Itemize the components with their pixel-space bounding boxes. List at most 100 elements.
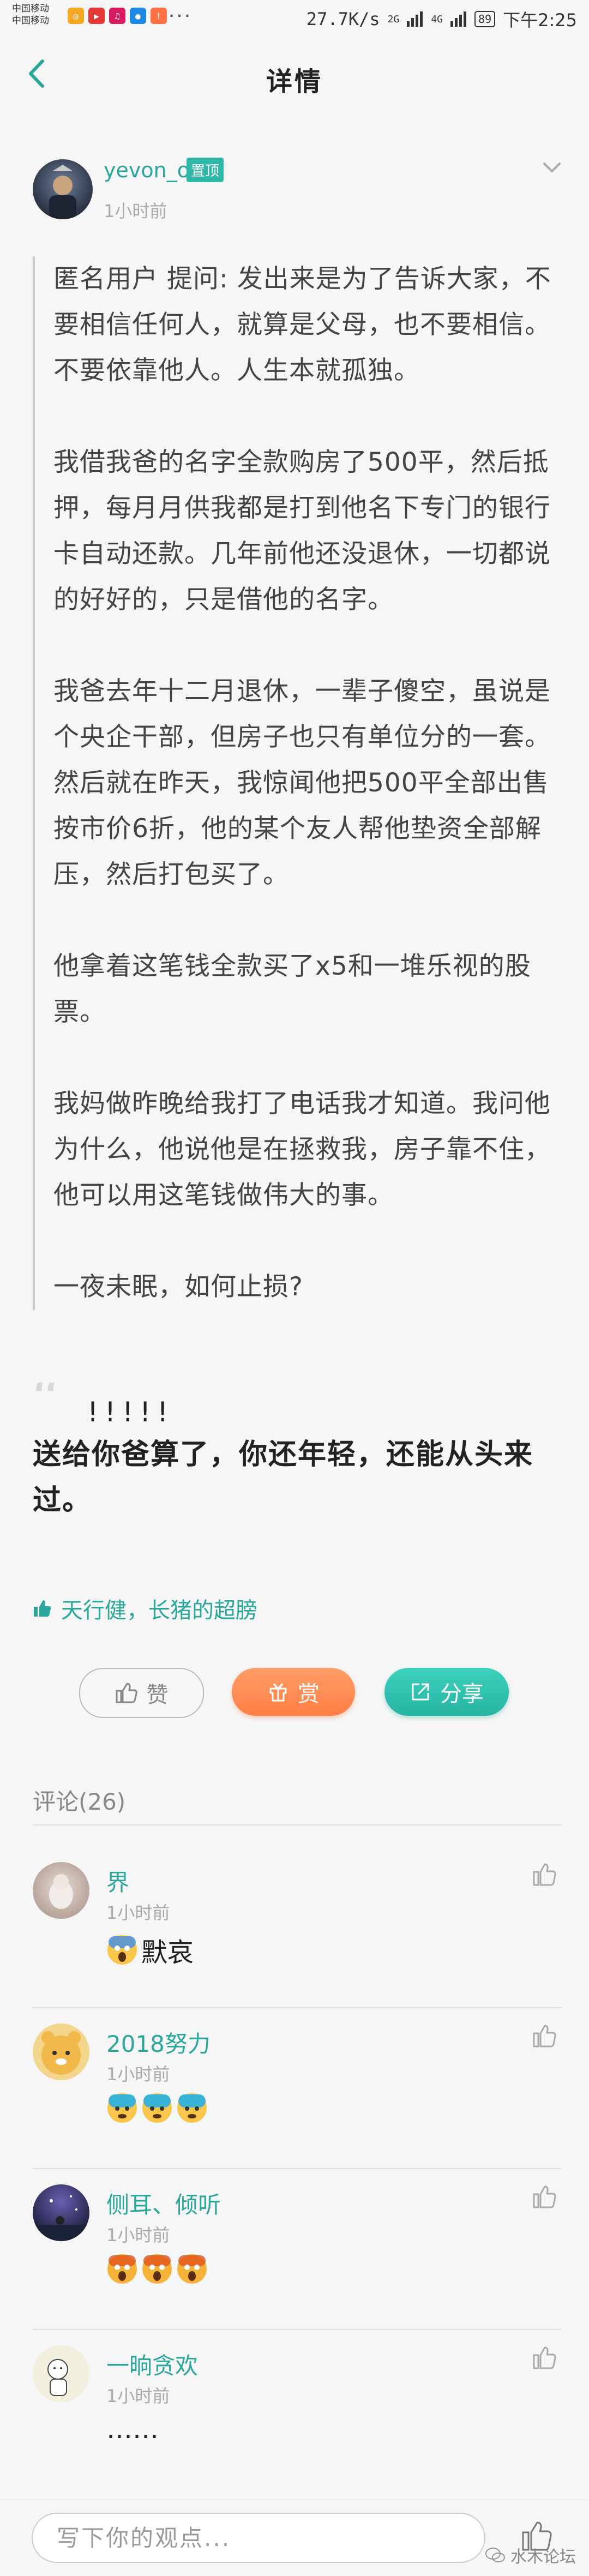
clock: 下午2:25 <box>503 10 577 31</box>
forum-watermark: 水木论坛 <box>485 2543 576 2567</box>
avatar-image <box>49 1874 73 1909</box>
cold-sweat-emoji-icon <box>142 2093 172 2123</box>
divider <box>33 2168 562 2169</box>
thumbs-up-outline-icon <box>533 2185 556 2208</box>
likers-row[interactable]: 天行健，长猪的超膀 <box>33 1593 257 1624</box>
question-paragraph: 他拿着这笔钱全款买了x5和一堆乐视的股票。 <box>53 951 531 1027</box>
comment-body: 默哀 <box>106 1931 194 1969</box>
signal-4g: 4G <box>431 13 443 25</box>
bottom-bar: 水木论坛 <box>0 2499 589 2576</box>
commenter-avatar[interactable] <box>33 1862 89 1919</box>
qq-music-icon: ♫ <box>109 8 125 24</box>
cold-sweat-emoji-icon <box>107 2093 137 2123</box>
comments-header: 评论(26) <box>33 1788 126 1815</box>
thumbs-up-icon <box>34 1600 51 1617</box>
comment-item: 一晌贪欢 1小时前 …… <box>0 2332 589 2490</box>
thumbs-up-outline-icon <box>533 2025 556 2047</box>
comment-input[interactable] <box>32 2513 485 2563</box>
share-button[interactable]: 分享 <box>384 1668 509 1716</box>
comment-time: 1小时前 <box>106 2225 170 2245</box>
comment-time: 1小时前 <box>106 1902 170 1923</box>
pinned-badge: 置顶 <box>187 158 224 182</box>
comment-like-button[interactable] <box>532 2345 557 2370</box>
baidu-icon: ● <box>130 8 146 24</box>
svg-text:“: “ <box>30 1383 61 1421</box>
nav-bar: 详情 <box>0 33 589 115</box>
comment-text: 默哀 <box>141 1937 194 1968</box>
avatar-image <box>41 2031 81 2075</box>
more-icon: ··· <box>167 8 191 23</box>
divider <box>33 1824 562 1826</box>
comment-time: 1小时前 <box>106 2064 170 2085</box>
status-bar: 中国移动 中国移动 ◎ ▶ ♫ ● ! ··· 27.7K/s 2G 4G 89… <box>0 0 589 33</box>
battery-icon: 89 <box>474 11 496 27</box>
comment-item: 界 1小时前 默哀 <box>0 1849 589 2007</box>
commenter-avatar[interactable] <box>33 2345 89 2402</box>
watermark-text: 水木论坛 <box>510 2548 576 2567</box>
carrier-labels: 中国移动 中国移动 <box>12 3 49 27</box>
chevron-down-icon <box>543 163 561 172</box>
thumbs-up-outline-icon <box>116 1683 137 1703</box>
question-paragraph: 我借我爸的名字全款购房了500平，然后抵押，每月月供我都是打到他名下专门的银行卡… <box>53 447 551 615</box>
wechat-icon <box>485 2548 505 2562</box>
answer-text: 送给你爸算了，你还年轻，还能从头来过。 <box>33 1438 534 1517</box>
comment-time: 1小时前 <box>106 2386 170 2406</box>
commenter-name[interactable]: 侧耳、倾听 <box>106 2187 221 2220</box>
signal-icon <box>407 11 423 27</box>
comment-text: …… <box>106 2414 159 2445</box>
comment-body: …… <box>106 2414 159 2445</box>
cold-sweat-emoji-icon <box>177 2093 207 2123</box>
post-time: 1小时前 <box>104 201 167 221</box>
divider <box>33 2329 562 2330</box>
commenter-name[interactable]: 界 <box>106 1864 129 1898</box>
scream-emoji-icon <box>107 1935 137 1965</box>
question-paragraph: 一夜未眠，如何止损? <box>53 1272 303 1302</box>
news-app-icon: ▶ <box>88 8 105 24</box>
signal-icon-2 <box>450 11 467 27</box>
comment-like-button[interactable] <box>532 2023 557 2049</box>
share-label: 分享 <box>440 1682 484 1707</box>
page-title: 详情 <box>266 67 323 97</box>
question-paragraph: 匿名用户 提问: 发出来是为了告诉大家，不要相信任何人，就算是父母，也不要相信。… <box>53 264 551 386</box>
reward-button[interactable]: 赏 <box>232 1668 355 1716</box>
reward-label: 赏 <box>298 1682 320 1707</box>
like-label: 赞 <box>146 1683 169 1708</box>
comment-body <box>106 2253 208 2285</box>
comment-like-button[interactable] <box>532 1862 557 1887</box>
question-paragraph: 我爸去年十二月退休，一辈子傻空，虽说是个央企干部，但房子也只有单位分的一套。然后… <box>53 676 551 890</box>
question-paragraph: 我妈做昨晚给我打了电话我才知道。我问他为什么，他说他是在拯救我，房子靠不住，他可… <box>53 1089 551 1210</box>
signal-2g: 2G <box>387 13 400 25</box>
quote-icon: “ <box>30 1365 74 1435</box>
comment-like-button[interactable] <box>532 2184 557 2209</box>
scream-emoji-icon <box>177 2254 207 2284</box>
commenter-name[interactable]: 2018努力 <box>106 2026 211 2059</box>
carrier-2: 中国移动 <box>12 15 49 26</box>
thumbs-up-outline-icon <box>533 2346 556 2369</box>
share-icon <box>412 1683 429 1701</box>
question-block: 匿名用户 提问: 发出来是为了告诉大家，不要相信任何人，就算是父母，也不要相信。… <box>33 256 566 1310</box>
divider <box>33 2007 562 2008</box>
post-header: yevon_ou 置顶 1小时前 <box>0 115 589 235</box>
likers-names: 天行健，长猪的超膀 <box>61 1598 257 1623</box>
scream-emoji-icon <box>107 2254 137 2284</box>
gift-icon <box>269 1683 287 1702</box>
network-speed: 27.7K/s <box>306 9 380 29</box>
avatar-image <box>33 2195 89 2241</box>
like-button[interactable]: 赞 <box>79 1668 204 1718</box>
comment-body <box>106 2092 208 2124</box>
carrier-1: 中国移动 <box>12 3 49 14</box>
status-right: 27.7K/s 2G 4G 89 下午2:25 <box>306 7 577 32</box>
thumbs-up-outline-icon <box>533 1863 556 1886</box>
notification-icons: ◎ ▶ ♫ ● ! ··· <box>68 8 191 24</box>
commenter-avatar[interactable] <box>33 2184 89 2241</box>
commenter-avatar[interactable] <box>33 2023 89 2080</box>
commenter-name[interactable]: 一晌贪欢 <box>106 2347 198 2381</box>
scream-emoji-icon <box>142 2254 172 2284</box>
author-avatar[interactable] <box>33 159 93 219</box>
answer-exclaim: !!!!! <box>87 1396 175 1428</box>
alert-app-icon: ! <box>151 8 167 24</box>
comment-item: 侧耳、倾听 1小时前 <box>0 2171 589 2329</box>
weibo-icon: ◎ <box>68 8 84 24</box>
comment-item: 2018努力 1小时前 <box>0 2010 589 2169</box>
post-menu-button[interactable] <box>539 157 565 179</box>
